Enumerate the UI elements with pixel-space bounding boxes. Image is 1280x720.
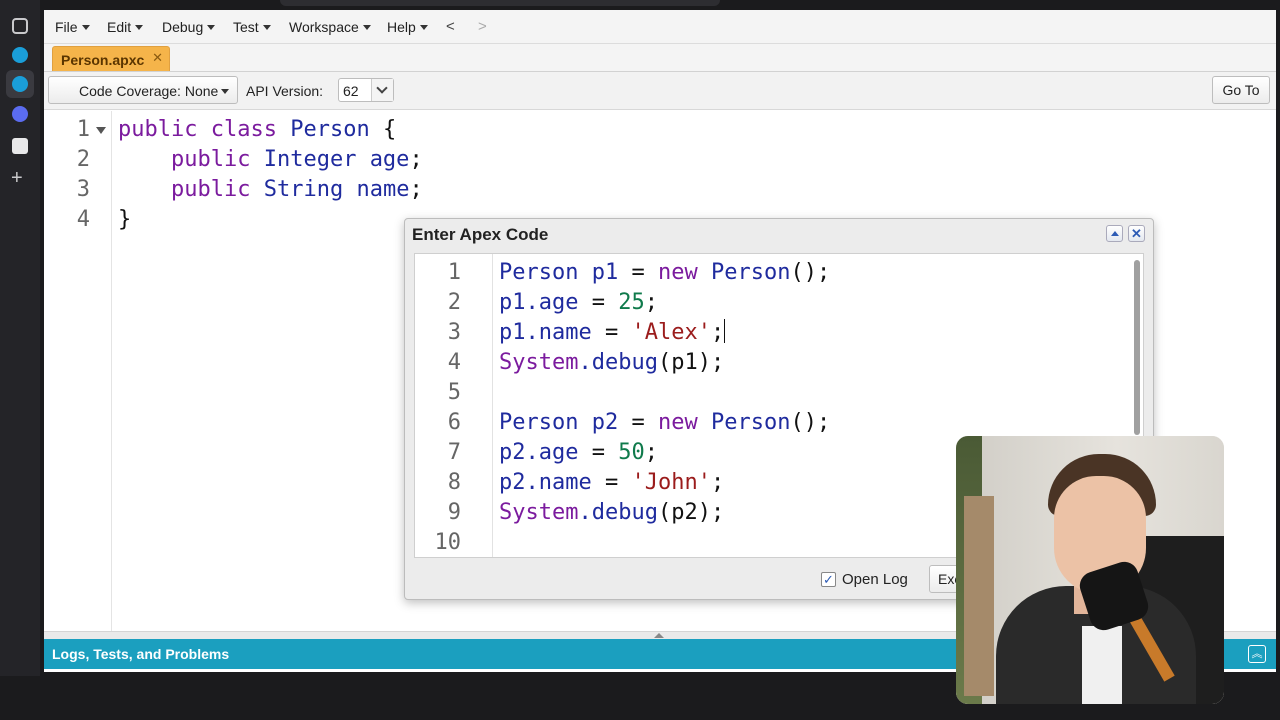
code-line: public String name; — [170, 177, 423, 202]
line-number: 8 — [447, 470, 461, 495]
menu-label: Workspace — [289, 19, 359, 35]
menubar: File Edit Debug Test Workspace Help < > — [44, 10, 1276, 44]
menu-label: Edit — [107, 19, 132, 35]
menu-test[interactable]: Test — [233, 19, 271, 35]
collapse-icon[interactable] — [1106, 225, 1123, 242]
line-number: 1 — [76, 117, 90, 142]
api-version-value: 62 — [343, 83, 359, 99]
api-version-label: API Version: — [246, 83, 324, 99]
chevron-down-icon — [135, 25, 144, 30]
forward-button[interactable]: > — [478, 18, 487, 35]
line-number: 2 — [76, 147, 90, 172]
line-number: 9 — [447, 500, 461, 525]
code-line: System.debug(p1); — [499, 350, 725, 375]
menu-file[interactable]: File — [55, 19, 90, 35]
code-line: p2.age = 50; — [499, 440, 658, 465]
menu-label: Debug — [162, 19, 204, 35]
fold-icon[interactable] — [96, 127, 106, 134]
scrollbar[interactable] — [1134, 260, 1140, 435]
open-log-checkbox[interactable]: ✓ — [821, 572, 836, 587]
tab-label: Person.apxc — [61, 52, 145, 68]
dialog-title: Enter Apex Code — [412, 225, 549, 244]
line-number: 3 — [76, 177, 90, 202]
line-number: 7 — [447, 440, 461, 465]
menu-help[interactable]: Help — [387, 19, 428, 35]
shelf — [964, 496, 994, 696]
expand-icon[interactable]: ︽ — [1248, 645, 1266, 663]
menu-edit[interactable]: Edit — [107, 19, 144, 35]
open-log-label: Open Log — [842, 571, 908, 588]
webcam-overlay — [956, 436, 1224, 704]
menu-workspace[interactable]: Workspace — [289, 19, 371, 35]
menu-label: Help — [387, 19, 416, 35]
back-button[interactable]: < — [446, 18, 455, 35]
line-number: 10 — [434, 530, 462, 555]
code-line: Person p1 = new Person(); — [499, 260, 831, 285]
text-cursor — [724, 319, 726, 343]
chevron-down-icon — [419, 25, 428, 30]
close-icon[interactable]: ✕ — [152, 50, 163, 66]
add-icon[interactable]: + — [11, 168, 23, 188]
code-line: public Integer age; — [170, 147, 423, 172]
menu-label: File — [55, 19, 78, 35]
line-number: 4 — [76, 207, 90, 232]
chevron-down-icon — [262, 25, 271, 30]
line-number: 3 — [447, 320, 461, 345]
code-coverage-select[interactable]: Code Coverage: None — [48, 76, 238, 104]
sidebar-panel-icon[interactable] — [12, 18, 28, 34]
chevron-down-icon — [362, 25, 371, 30]
extension-icon[interactable] — [12, 106, 28, 122]
person-shirt — [1082, 626, 1122, 704]
code-line: } — [118, 207, 132, 232]
chevron-down-icon — [207, 25, 216, 30]
code-line: p2.name = 'John'; — [499, 470, 725, 495]
browser-tab[interactable] — [280, 0, 720, 6]
code-coverage-label: Code Coverage: None — [79, 83, 219, 99]
browser-sidebar: + — [0, 0, 40, 676]
screen: + File Edit Debug Test Workspace Help < … — [0, 0, 1280, 720]
code-line: System.debug(p2); — [499, 500, 725, 525]
line-number: 5 — [447, 380, 461, 405]
menu-label: Test — [233, 19, 259, 35]
line-number: 4 — [447, 350, 461, 375]
file-tabs: Person.apxc ✕ — [44, 44, 1276, 72]
menu-debug[interactable]: Debug — [162, 19, 216, 35]
api-version-select[interactable]: 62 — [338, 78, 394, 102]
chevron-up-icon[interactable] — [654, 633, 664, 638]
browser-top-strip — [40, 0, 1280, 10]
line-number: 1 — [447, 260, 461, 285]
chevron-down-icon — [221, 89, 229, 94]
salesforce-icon[interactable] — [12, 47, 28, 63]
close-icon[interactable]: ✕ — [1128, 225, 1145, 242]
active-salesforce-tab[interactable] — [6, 70, 34, 98]
go-to-button[interactable]: Go To — [1212, 76, 1270, 104]
editor-toolbar: Code Coverage: None API Version: 62 Go T… — [44, 72, 1276, 110]
logs-panel-title: Logs, Tests, and Problems — [52, 646, 230, 662]
tab-person-apxc[interactable]: Person.apxc ✕ — [52, 46, 170, 71]
code-line: p1.name = 'Alex'; — [499, 319, 726, 345]
chevron-down-icon — [81, 25, 90, 30]
info-icon[interactable] — [12, 138, 28, 154]
code-line: public class Person { — [118, 117, 397, 142]
chevron-down-icon[interactable] — [371, 79, 393, 101]
code-line: Person p2 = new Person(); — [499, 410, 831, 435]
line-number: 2 — [447, 290, 461, 315]
code-line: p1.age = 25; — [499, 290, 658, 315]
salesforce-icon — [12, 76, 28, 92]
line-number: 6 — [447, 410, 461, 435]
